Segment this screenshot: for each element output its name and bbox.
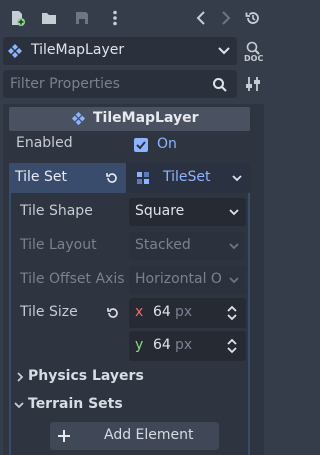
spinner-icon[interactable]: [226, 305, 238, 321]
physics-layers-label: Physics Layers: [28, 368, 144, 384]
node-selector-dropdown[interactable]: TileMapLayer: [3, 37, 237, 65]
tilemaplayer-class-icon: [71, 111, 86, 126]
chevron-down-icon: [217, 44, 231, 58]
tileset-value: TileSet: [163, 169, 211, 185]
toolbar: [0, 0, 270, 36]
plus-icon: [57, 429, 71, 443]
filter-placeholder: Filter Properties: [10, 76, 120, 92]
tileset-label-cell: Tile Set: [9, 163, 126, 193]
tile-size-y-value: 64: [153, 337, 171, 353]
tile-shape-label: Tile Shape: [20, 203, 93, 219]
chevron-right-icon: [15, 371, 25, 383]
property-tools-icon[interactable]: [244, 75, 262, 93]
tile-layout-label: Tile Layout: [20, 237, 97, 253]
add-element-label: Add Element: [104, 427, 194, 443]
y-axis-label: y: [135, 337, 144, 353]
tile-size-y-field[interactable]: y 64 px: [129, 331, 246, 361]
search-icon: [212, 77, 228, 93]
inspector-class-header: TileMapLayer: [9, 107, 250, 131]
chevron-down-icon: [231, 172, 243, 184]
checkmark-icon: [136, 141, 146, 150]
enabled-checkbox[interactable]: [134, 138, 148, 152]
tileset-resource-icon: [136, 171, 150, 185]
tile-offset-axis-value: Horizontal O: [135, 271, 222, 287]
tile-size-x-field[interactable]: x 64 px: [129, 298, 246, 328]
tile-size-label: Tile Size: [20, 304, 78, 320]
tile-layout-value: Stacked: [135, 237, 191, 253]
physics-layers-section[interactable]: Physics Layers: [9, 365, 250, 389]
folder-open-icon[interactable]: [40, 9, 58, 27]
chevron-down-icon: [228, 240, 240, 252]
history-back-icon[interactable]: [193, 9, 211, 27]
spinner-icon[interactable]: [226, 338, 238, 354]
enabled-label: Enabled: [16, 135, 73, 151]
new-resource-icon[interactable]: [8, 9, 26, 27]
tileset-label: Tile Set: [15, 169, 67, 185]
save-icon[interactable]: [73, 9, 91, 27]
documentation-icon[interactable]: DOC: [243, 40, 265, 64]
chevron-down-icon: [13, 400, 25, 410]
terrain-sets-label: Terrain Sets: [28, 396, 123, 412]
tile-shape-value: Square: [135, 203, 185, 219]
y-unit: px: [175, 337, 193, 353]
tile-offset-axis-select: Horizontal O: [129, 266, 246, 294]
tileset-dropdown-button[interactable]: [224, 163, 250, 193]
history-icon[interactable]: [244, 9, 262, 27]
tileset-resource-button[interactable]: TileSet: [126, 163, 224, 193]
x-axis-label: x: [135, 304, 144, 320]
doc-label: DOC: [244, 54, 264, 63]
inspector-title: TileMapLayer: [93, 110, 199, 126]
tile-layout-select: Stacked: [129, 232, 246, 260]
enabled-value: On: [157, 136, 177, 152]
tile-size-x-value: 64: [153, 304, 171, 320]
revert-icon[interactable]: [106, 306, 120, 320]
add-element-button[interactable]: Add Element: [50, 422, 219, 450]
tile-offset-axis-label: Tile Offset Axis: [20, 271, 125, 287]
chevron-down-icon: [228, 274, 240, 286]
terrain-sets-section[interactable]: Terrain Sets: [9, 393, 250, 417]
more-options-icon[interactable]: [106, 9, 124, 27]
x-unit: px: [175, 304, 193, 320]
history-forward-icon[interactable]: [216, 9, 234, 27]
node-name: TileMapLayer: [31, 42, 125, 58]
tile-shape-select[interactable]: Square: [129, 198, 246, 226]
tilemaplayer-node-icon: [7, 43, 23, 59]
chevron-down-icon: [228, 206, 240, 218]
revert-icon[interactable]: [105, 171, 119, 185]
filter-properties-field[interactable]: Filter Properties: [3, 70, 237, 98]
